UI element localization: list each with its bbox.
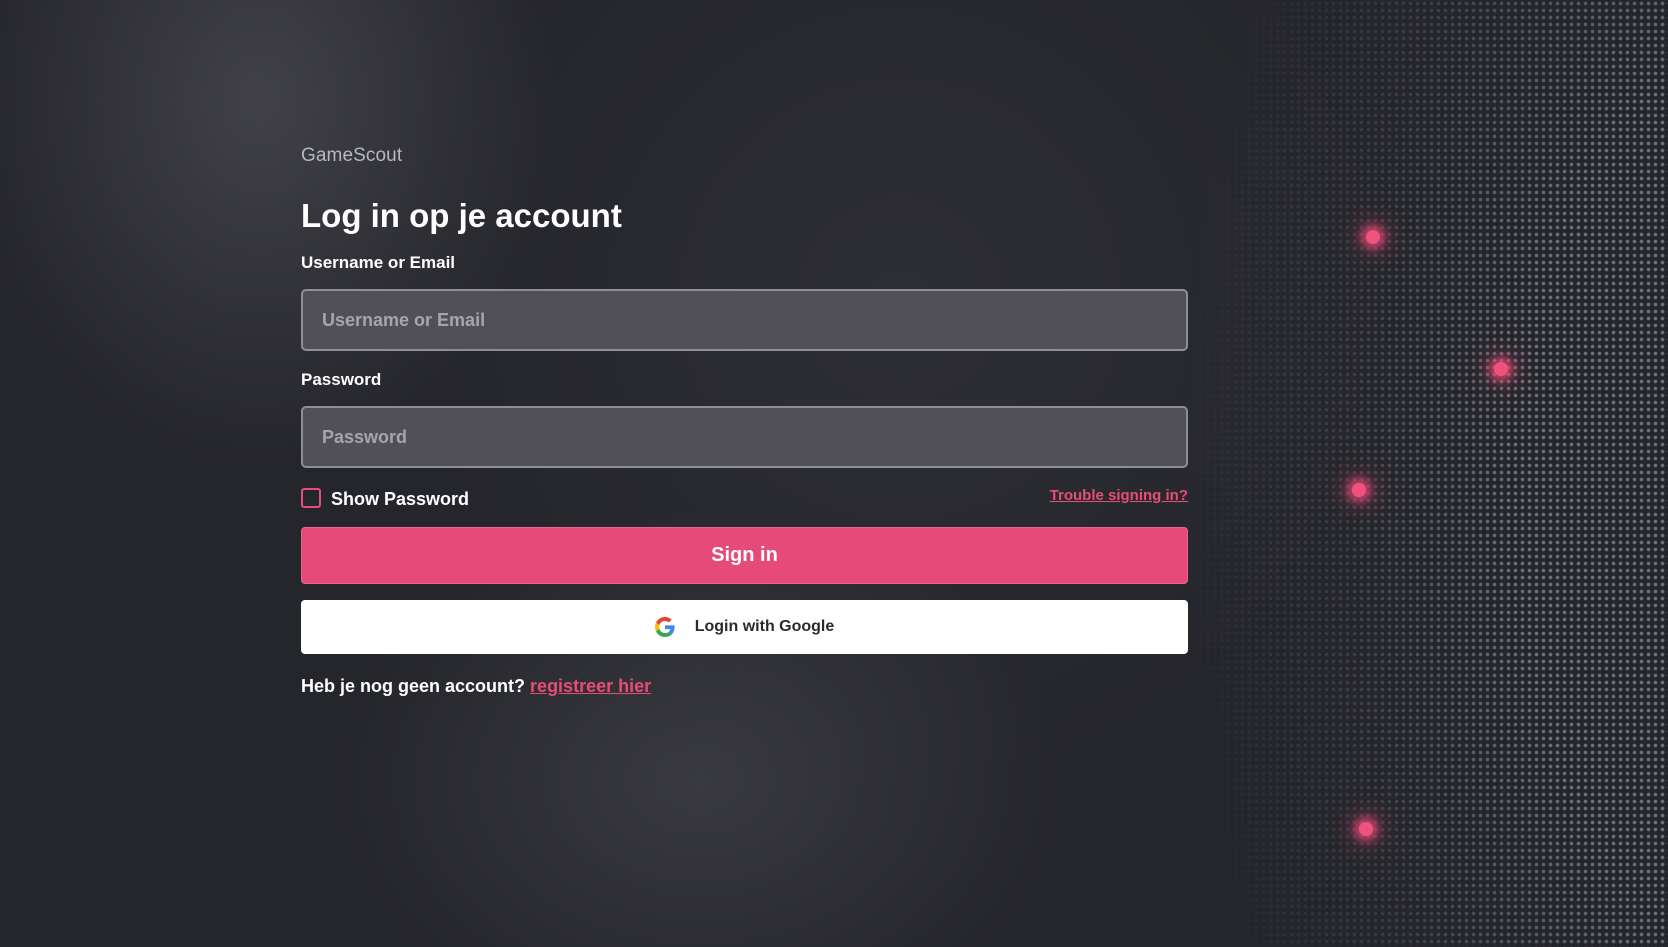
- register-prompt: Heb je nog geen account?: [301, 676, 526, 696]
- sign-in-button[interactable]: Sign in: [301, 527, 1188, 584]
- google-login-button[interactable]: Login with Google: [301, 600, 1188, 654]
- decorative-glow-dot: [1494, 362, 1508, 376]
- page-title: Log in op je account: [301, 197, 622, 234]
- username-label: Username or Email: [301, 253, 456, 272]
- show-password-checkbox[interactable]: [301, 488, 321, 508]
- decorative-glow-dot: [1366, 230, 1380, 244]
- google-icon: [654, 617, 675, 637]
- trouble-signing-in-link[interactable]: Trouble signing in?: [1050, 486, 1188, 506]
- brand-name: GameScout: [301, 145, 403, 166]
- google-login-label: Login with Google: [694, 618, 835, 635]
- show-password-label[interactable]: Show Password: [331, 488, 469, 510]
- login-form: GameScout Log in op je account Username …: [301, 140, 1188, 698]
- register-link[interactable]: registreer hier: [530, 676, 651, 696]
- username-input[interactable]: [301, 289, 1188, 351]
- register-row: Heb je nog geen account? registreer hier: [301, 674, 1188, 698]
- password-input[interactable]: [301, 406, 1188, 468]
- decorative-glow-dot: [1352, 483, 1366, 497]
- password-label: Password: [301, 370, 382, 389]
- password-options-row: Show Password Trouble signing in?: [301, 486, 1188, 512]
- decorative-glow-dot: [1359, 822, 1373, 836]
